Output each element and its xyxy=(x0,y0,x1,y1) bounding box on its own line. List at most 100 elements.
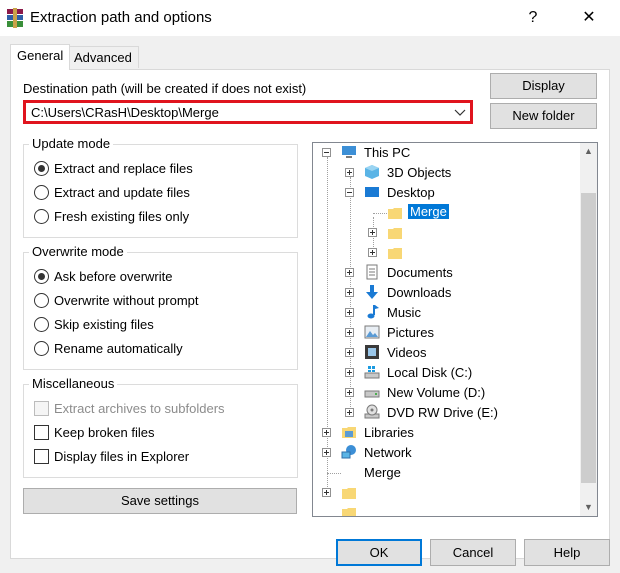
radio-button[interactable] xyxy=(34,341,49,356)
tree-item-this-pc[interactable]: This PC xyxy=(313,143,583,163)
folder-icon xyxy=(342,508,356,516)
tree-item-pictures[interactable]: Pictures xyxy=(313,323,583,343)
expand-icon[interactable] xyxy=(322,488,331,497)
desktop-icon xyxy=(365,187,379,197)
save-settings-button[interactable]: Save settings xyxy=(23,488,297,514)
tree-item-unnamed-folder-3[interactable] xyxy=(313,483,583,503)
tree-item-music[interactable]: Music xyxy=(313,303,583,323)
tree-label: Desktop xyxy=(387,185,435,200)
radio-label: Overwrite without prompt xyxy=(54,293,199,308)
radio-button[interactable] xyxy=(34,209,49,224)
expand-icon[interactable] xyxy=(345,388,354,397)
libraries-icon xyxy=(342,427,356,438)
radio-button[interactable] xyxy=(34,317,49,332)
expand-icon[interactable] xyxy=(345,408,354,417)
tree-item-unnamed-folder-4[interactable] xyxy=(313,503,583,516)
tree-scrollbar[interactable]: ▲ ▼ xyxy=(580,143,597,516)
title-bar: Extraction path and options ? ✕ xyxy=(0,0,620,36)
radio-button[interactable] xyxy=(34,269,49,284)
tree-label: Libraries xyxy=(364,425,414,440)
dvd-drive-icon xyxy=(364,404,380,419)
cancel-button[interactable]: Cancel xyxy=(430,539,516,566)
tree-label-selected: Merge xyxy=(408,204,449,219)
radio-button[interactable] xyxy=(34,293,49,308)
tree-item-3d-objects[interactable]: 3D Objects xyxy=(313,163,583,183)
tree-item-dvd-drive[interactable]: DVD RW Drive (E:) xyxy=(313,403,583,423)
expand-icon[interactable] xyxy=(345,268,354,277)
tree-item-merge-selected[interactable]: Merge xyxy=(313,203,583,223)
dialog-client: General Advanced Destination path (will … xyxy=(0,36,620,573)
destination-path-value: C:\Users\CRasH\Desktop\Merge xyxy=(31,105,219,120)
display-button[interactable]: Display xyxy=(490,73,597,99)
radio-label: Fresh existing files only xyxy=(54,209,190,224)
tree-label: DVD RW Drive (E:) xyxy=(387,405,498,420)
tree-label: Network xyxy=(364,445,412,460)
expand-icon[interactable] xyxy=(345,328,354,337)
help-title-button[interactable]: ? xyxy=(520,5,546,31)
scroll-down-icon[interactable]: ▼ xyxy=(580,499,597,516)
checkbox-label: Extract archives to subfolders xyxy=(54,401,225,416)
radio-label: Ask before overwrite xyxy=(54,269,173,284)
tree-item-desktop[interactable]: Desktop xyxy=(313,183,583,203)
tree-item-libraries[interactable]: Libraries xyxy=(313,423,583,443)
pictures-icon xyxy=(364,325,380,339)
tree-item-videos[interactable]: Videos xyxy=(313,343,583,363)
network-icon xyxy=(341,445,356,459)
expand-icon[interactable] xyxy=(345,368,354,377)
folder-icon xyxy=(388,248,402,259)
scroll-up-icon[interactable]: ▲ xyxy=(580,143,597,160)
destination-label: Destination path (will be created if doe… xyxy=(23,81,307,96)
tree-item-downloads[interactable]: Downloads xyxy=(313,283,583,303)
collapse-icon[interactable] xyxy=(345,188,354,197)
new-folder-button[interactable]: New folder xyxy=(490,103,597,129)
help-button[interactable]: Help xyxy=(524,539,610,566)
expand-icon[interactable] xyxy=(345,168,354,177)
tree-label: This PC xyxy=(364,145,411,160)
tree-item-unnamed-folder-1[interactable] xyxy=(313,223,583,243)
cube-icon xyxy=(365,165,379,179)
close-button[interactable]: ✕ xyxy=(574,5,604,31)
tree-label: Downloads xyxy=(387,285,452,300)
tree-label: 3D Objects xyxy=(387,165,452,180)
checkbox[interactable] xyxy=(34,425,49,440)
scrollbar-thumb[interactable] xyxy=(581,193,596,483)
computer-icon xyxy=(342,146,356,158)
tab-advanced[interactable]: Advanced xyxy=(67,46,139,68)
radio-label: Extract and update files xyxy=(54,185,190,200)
destination-path-combo[interactable]: C:\Users\CRasH\Desktop\Merge xyxy=(23,100,473,124)
folder-icon xyxy=(388,228,402,239)
tab-general[interactable]: General xyxy=(10,44,71,70)
expand-icon[interactable] xyxy=(322,448,331,457)
expand-icon[interactable] xyxy=(368,228,377,237)
windows-drive-icon xyxy=(364,366,380,379)
overwrite-mode-group: Overwrite mode Ask before overwrite Over… xyxy=(23,244,298,370)
tree-item-local-disk[interactable]: Local Disk (C:) xyxy=(313,363,583,383)
expand-icon[interactable] xyxy=(345,288,354,297)
expand-icon[interactable] xyxy=(345,348,354,357)
expand-icon[interactable] xyxy=(345,308,354,317)
tree-label: Videos xyxy=(387,345,427,360)
checkbox-label: Display files in Explorer xyxy=(54,449,190,464)
radio-label: Rename automatically xyxy=(54,341,183,356)
radio-button[interactable] xyxy=(34,185,49,200)
documents-icon xyxy=(366,264,378,280)
tree-label: Local Disk (C:) xyxy=(387,365,473,380)
checkbox[interactable] xyxy=(34,449,49,464)
chevron-down-icon[interactable] xyxy=(454,107,466,117)
tree-label: New Volume (D:) xyxy=(387,385,486,400)
collapse-icon[interactable] xyxy=(322,148,331,157)
ok-button[interactable]: OK xyxy=(336,539,422,566)
folder-tree[interactable]: This PC 3D Objects Desktop Merge Documen… xyxy=(312,142,598,517)
radio-button[interactable] xyxy=(34,161,49,176)
tree-item-unnamed-folder-2[interactable] xyxy=(313,243,583,263)
update-mode-group: Update mode Extract and replace files Ex… xyxy=(23,136,298,238)
tree-label: Merge xyxy=(364,465,401,480)
expand-icon[interactable] xyxy=(322,428,331,437)
tree-label: Pictures xyxy=(387,325,434,340)
folder-icon xyxy=(388,208,402,219)
tree-item-new-volume[interactable]: New Volume (D:) xyxy=(313,383,583,403)
tree-item-network[interactable]: Network xyxy=(313,443,583,463)
expand-icon[interactable] xyxy=(368,248,377,257)
tree-item-documents[interactable]: Documents xyxy=(313,263,583,283)
tree-item-merge-root[interactable]: Merge xyxy=(313,463,583,483)
